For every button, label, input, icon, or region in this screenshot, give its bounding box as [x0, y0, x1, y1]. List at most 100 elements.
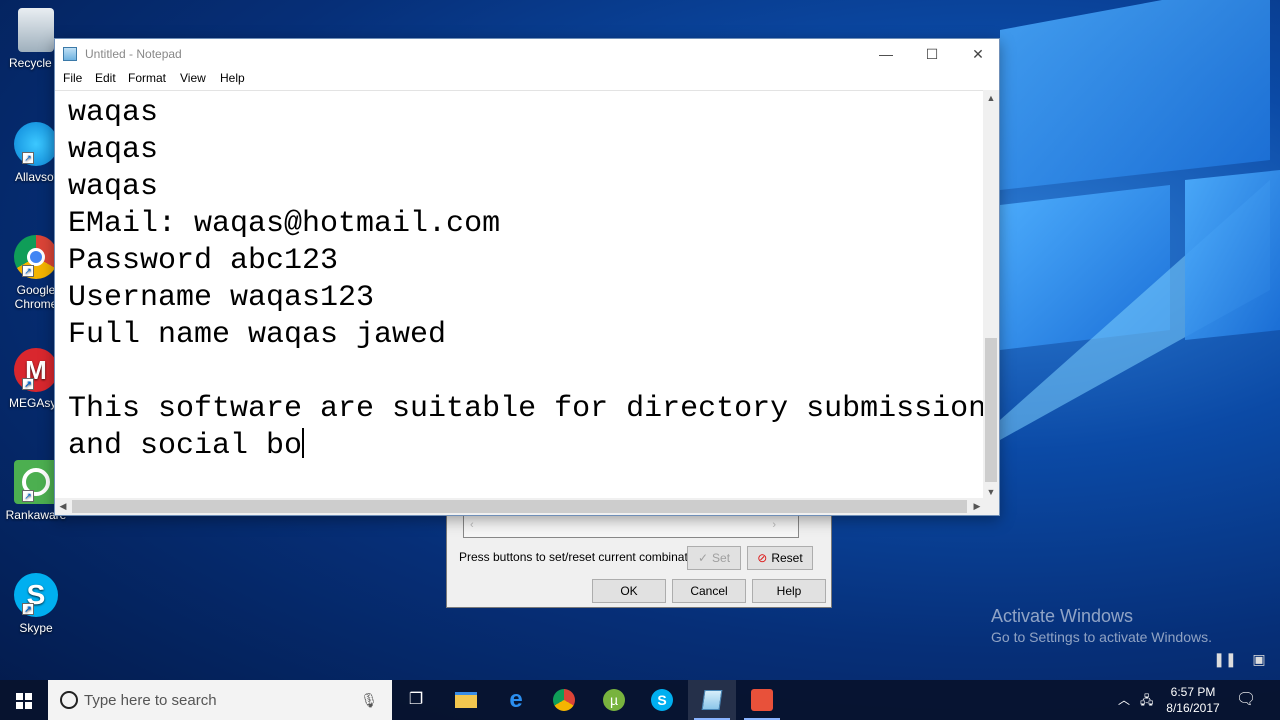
scroll-left-icon: ‹ — [470, 519, 474, 531]
tray-overflow-button[interactable]: ︿ — [1118, 680, 1136, 720]
text-line: waqas — [68, 133, 159, 167]
fullscreen-button[interactable]: ▣ — [1246, 648, 1272, 670]
taskbar-chrome[interactable] — [540, 680, 588, 720]
action-center-button[interactable]: 🗨 — [1236, 680, 1260, 720]
skype-icon: S ↗ — [14, 573, 58, 617]
taskbar-app[interactable] — [738, 680, 786, 720]
text-caret — [302, 428, 305, 458]
task-view-icon: ❐ — [408, 691, 424, 708]
text-line: Password abc123 — [68, 244, 339, 278]
size-grip[interactable] — [983, 498, 999, 515]
taskbar: Type here to search 🎙 ❐ e µ S ︿ 🖧 6:57 P… — [0, 680, 1280, 720]
menu-bar: File Edit Format View Help — [55, 69, 999, 89]
shortcut-arrow-icon: ↗ — [22, 152, 34, 164]
help-button-label: Help — [776, 584, 802, 598]
search-box[interactable]: Type here to search 🎙 — [48, 680, 392, 720]
cancel-button-label: Cancel — [690, 584, 728, 598]
clock-time: 6:57 PM — [1170, 685, 1216, 699]
cortana-circle-icon — [60, 691, 78, 709]
notepad-window: Untitled - Notepad — ☐ ✕ File Edit Forma… — [54, 38, 1000, 516]
menu-format[interactable]: Format — [128, 71, 166, 85]
mega-icon: M ↗ — [14, 348, 58, 392]
desktop-icon-label: Skype — [19, 621, 53, 635]
watermark-subtitle: Go to Settings to activate Windows. — [991, 629, 1212, 645]
allavsoft-icon: ↗ — [14, 122, 58, 166]
picture-icon: ▣ — [1252, 651, 1266, 667]
minimize-button[interactable]: — — [863, 39, 909, 69]
window-title: Untitled - Notepad — [85, 47, 182, 61]
maximize-icon: ☐ — [925, 46, 939, 62]
watermark-title: Activate Windows — [991, 606, 1134, 626]
shortcut-arrow-icon: ↗ — [22, 490, 34, 502]
minimize-icon: — — [879, 46, 893, 62]
windows-start-icon — [16, 693, 32, 709]
set-button[interactable]: ✓ Set — [687, 546, 741, 570]
horizontal-scroll-thumb[interactable] — [72, 500, 967, 513]
scroll-up-icon[interactable]: ▲ — [983, 90, 999, 106]
text-line-current: and social bo — [68, 428, 305, 464]
shortcut-arrow-icon: ↗ — [22, 603, 34, 615]
ok-button-label: OK — [620, 584, 638, 598]
text-line: waqas — [68, 96, 159, 130]
file-explorer-icon — [455, 691, 477, 708]
scroll-left-icon[interactable]: ◀ — [55, 498, 71, 515]
ok-button[interactable]: OK — [592, 579, 666, 603]
clock-date: 8/16/2017 — [1166, 701, 1220, 715]
notepad-icon — [63, 47, 77, 61]
help-button[interactable]: Help — [752, 579, 826, 603]
text-editor[interactable]: waqas waqas waqas EMail: waqas@hotmail.c… — [55, 90, 985, 500]
reset-button[interactable]: ⊘ Reset — [747, 546, 813, 570]
chevron-up-icon: ︿ — [1118, 693, 1131, 707]
set-button-label: Set — [712, 551, 731, 565]
text-line: Username waqas123 — [68, 281, 375, 315]
text-line-content: and social bo — [68, 429, 303, 463]
text-line: waqas — [68, 170, 159, 204]
taskbar-skype[interactable]: S — [638, 680, 686, 720]
menu-help[interactable]: Help — [220, 71, 245, 85]
notification-icon: 🗨 — [1236, 691, 1257, 708]
pause-button[interactable]: ❚❚ — [1212, 648, 1238, 670]
text-line: EMail: waqas@hotmail.com — [68, 207, 501, 241]
taskbar-utorrent[interactable]: µ — [590, 680, 638, 720]
search-placeholder: Type here to search — [84, 692, 217, 709]
microphone-icon[interactable]: 🎙 — [360, 692, 378, 709]
taskbar-notepad[interactable] — [688, 680, 736, 720]
activate-windows-watermark: Activate Windows Go to Settings to activ… — [991, 606, 1212, 645]
chrome-icon: ↗ — [14, 235, 58, 279]
dialog-list-scrollbar[interactable]: ‹ › — [463, 514, 799, 538]
title-bar[interactable]: Untitled - Notepad — ☐ ✕ — [55, 39, 999, 69]
network-icon: 🖧 — [1140, 693, 1154, 707]
close-icon: ✕ — [972, 46, 984, 62]
menu-view[interactable]: View — [180, 71, 206, 85]
shortcut-arrow-icon: ↗ — [22, 378, 34, 390]
edge-icon: e — [509, 686, 523, 713]
taskbar-clock[interactable]: 6:57 PM 8/16/2017 — [1162, 684, 1224, 716]
cancel-button[interactable]: Cancel — [672, 579, 746, 603]
start-button[interactable] — [0, 680, 48, 720]
menu-file[interactable]: File — [63, 71, 82, 85]
scroll-right-icon: › — [772, 519, 776, 531]
pause-icon: ❚❚ — [1213, 651, 1237, 667]
notepad-icon — [701, 689, 723, 710]
skype-icon: S — [651, 688, 673, 711]
rankaware-icon: ↗ — [14, 460, 58, 504]
hotkey-dialog: ‹ › Press buttons to set/reset current c… — [446, 505, 832, 608]
horizontal-scrollbar[interactable]: ◀ ▶ — [55, 498, 985, 515]
desktop-icon-skype[interactable]: S ↗ Skype — [4, 573, 68, 635]
menu-edit[interactable]: Edit — [95, 71, 116, 85]
network-button[interactable]: 🖧 — [1140, 680, 1160, 720]
maximize-button[interactable]: ☐ — [909, 39, 955, 69]
shortcut-arrow-icon: ↗ — [22, 265, 34, 277]
vertical-scroll-thumb[interactable] — [985, 338, 997, 482]
close-button[interactable]: ✕ — [955, 39, 1001, 69]
reset-button-label: Reset — [771, 551, 803, 565]
app-icon — [751, 688, 773, 711]
utorrent-icon: µ — [603, 688, 625, 711]
text-line: This software are suitable for directory… — [68, 392, 985, 426]
task-view-button[interactable]: ❐ — [392, 680, 440, 720]
dialog-hint: Press buttons to set/reset current combi… — [459, 550, 704, 564]
taskbar-file-explorer[interactable] — [442, 680, 490, 720]
taskbar-edge[interactable]: e — [492, 680, 540, 720]
recycle-bin-icon — [18, 8, 54, 52]
vertical-scrollbar[interactable]: ▲ ▼ — [983, 90, 999, 500]
